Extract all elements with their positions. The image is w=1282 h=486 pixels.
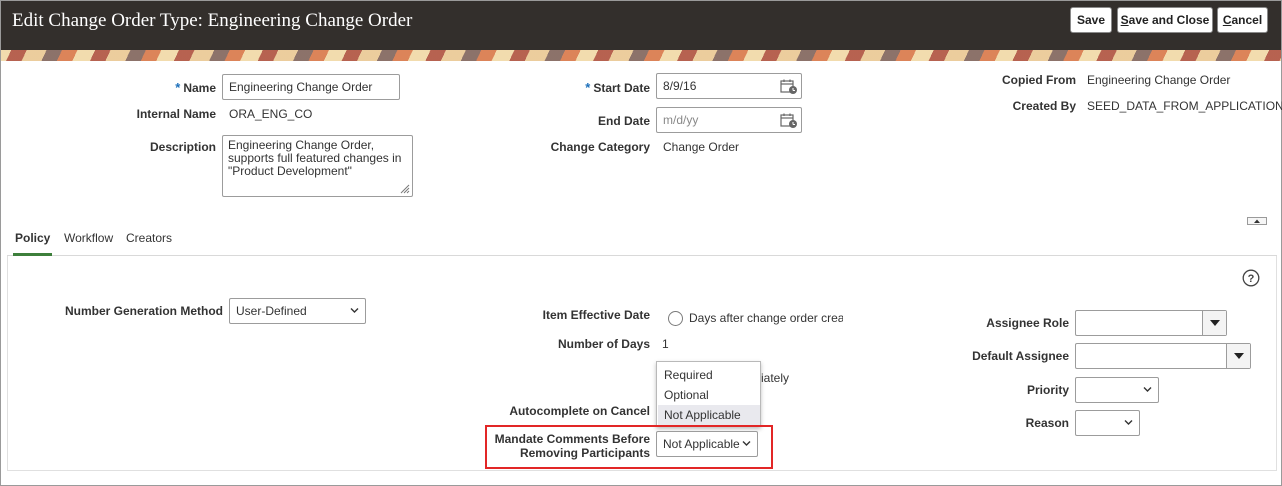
chevron-down-icon [1124, 420, 1133, 425]
start-date-label: * Start Date [585, 80, 650, 95]
dropdown-option-not-applicable[interactable]: Not Applicable [658, 405, 760, 425]
dropdown-option-optional[interactable]: Optional [658, 385, 760, 405]
name-input[interactable]: Engineering Change Order [222, 74, 400, 100]
dropdown-list: Required Optional Not Applicable [656, 361, 761, 427]
default-assignee-input[interactable] [1075, 343, 1251, 369]
change-category-value: Change Order [663, 140, 740, 154]
name-label: * Name [175, 80, 216, 95]
reason-select[interactable] [1075, 410, 1140, 436]
immediately-option-fragment: iately [761, 371, 790, 385]
assignee-role-input[interactable] [1075, 310, 1227, 336]
end-date-label: End Date [597, 114, 650, 128]
chevron-down-icon [1143, 387, 1152, 392]
priority-select[interactable] [1075, 377, 1159, 403]
assignee-role-search-button[interactable] [1202, 311, 1226, 335]
required-mark: * [175, 80, 181, 95]
reason-label: Reason [1025, 416, 1069, 430]
save-and-close-mnemonic: S [1120, 13, 1129, 27]
number-of-days-value: 1 [662, 337, 669, 351]
number-generation-method-value: User-Defined [236, 304, 307, 318]
assignee-role-label: Assignee Role [986, 316, 1069, 330]
cancel-button[interactable]: Cancel [1217, 7, 1268, 33]
tab-workflow[interactable]: Workflow [62, 225, 115, 256]
start-date-value: 8/9/16 [663, 79, 697, 93]
calendar-icon[interactable] [780, 113, 798, 129]
days-after-option-label: Days after change order creatic [689, 311, 843, 325]
required-mark: * [585, 80, 591, 95]
save-and-close-label: ave and Close [1128, 13, 1210, 27]
days-after-radio[interactable] [668, 311, 683, 326]
tab-policy[interactable]: Policy [13, 225, 53, 256]
internal-name-label: Internal Name [136, 107, 216, 121]
tab-bar: Policy Workflow Creators [7, 225, 1277, 256]
combo-arrow-icon [1210, 320, 1220, 326]
copied-from-value: Engineering Change Order [1087, 73, 1231, 87]
chevron-down-icon [350, 308, 359, 313]
default-assignee-label: Default Assignee [972, 349, 1069, 363]
combo-arrow-icon [1234, 353, 1244, 359]
autocomplete-on-cancel-label: Autocomplete on Cancel [509, 404, 650, 418]
collapse-icon [1254, 219, 1260, 223]
page-title: Edit Change Order Type: Engineering Chan… [12, 10, 413, 31]
change-category-label: Change Category [550, 140, 650, 154]
default-assignee-search-button[interactable] [1226, 344, 1250, 368]
tab-creators[interactable]: Creators [124, 225, 174, 256]
help-icon[interactable]: ? [1242, 269, 1260, 287]
calendar-icon[interactable] [780, 79, 798, 95]
number-of-days-label: Number of Days [557, 337, 650, 351]
description-text: Engineering Change Order, supports full … [228, 138, 402, 178]
internal-name-value: ORA_ENG_CO [229, 107, 313, 121]
number-generation-method-select[interactable]: User-Defined [229, 298, 366, 324]
dropdown-option-required[interactable]: Required [658, 365, 760, 385]
resize-grip-icon[interactable] [400, 184, 410, 194]
created-by-label: Created By [1012, 99, 1076, 113]
copied-from-label: Copied From [1002, 73, 1076, 87]
priority-label: Priority [1026, 383, 1069, 397]
created-by-value: SEED_DATA_FROM_APPLICATION [1087, 99, 1282, 113]
save-button[interactable]: Save [1070, 7, 1112, 33]
cancel-label: ancel [1231, 13, 1263, 27]
description-textarea[interactable]: Engineering Change Order, supports full … [222, 135, 413, 197]
item-effective-date-label: Item Effective Date [542, 308, 650, 322]
svg-text:?: ? [1248, 273, 1255, 285]
collapse-button[interactable] [1247, 217, 1267, 225]
page-header: Edit Change Order Type: Engineering Chan… [1, 1, 1281, 61]
description-label: Description [149, 140, 216, 154]
end-date-placeholder: m/d/yy [663, 113, 699, 127]
highlight-box [485, 425, 773, 469]
save-and-close-button[interactable]: Save and Close [1117, 7, 1213, 33]
number-generation-method-label: Number Generation Method [64, 304, 223, 318]
